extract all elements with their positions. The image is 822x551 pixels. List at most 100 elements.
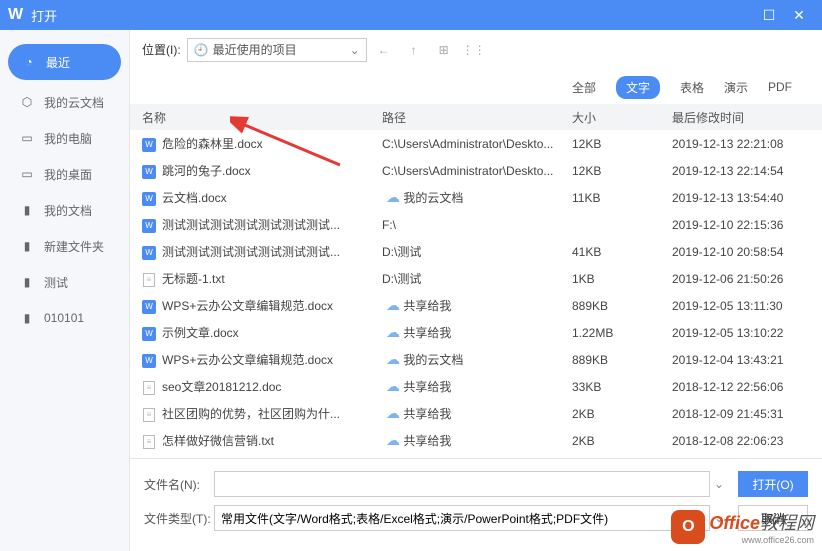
desktop-icon: ▭ xyxy=(18,167,36,181)
word-file-icon: W xyxy=(142,138,156,152)
view-button[interactable]: ⋮⋮ xyxy=(461,38,487,62)
col-size[interactable]: 大小 xyxy=(560,109,660,126)
table-row[interactable]: W示例文章.docx☁ 共享给我1.22MB2019-12-05 13:10:2… xyxy=(130,319,822,346)
table-row[interactable]: ≡无标题-1.txt D:\测试1KB2019-12-06 21:50:26 xyxy=(130,265,822,292)
filename-input[interactable] xyxy=(214,471,710,497)
location-value: 最近使用的项目 xyxy=(213,41,297,58)
file-size: 889KB xyxy=(560,299,660,313)
back-button[interactable]: ← xyxy=(371,38,397,62)
sidebar-item-documents[interactable]: ▮ 我的文档 xyxy=(0,192,129,228)
sidebar-item-computer[interactable]: ▭ 我的电脑 xyxy=(0,120,129,156)
file-path: C:\Users\Administrator\Deskto... xyxy=(382,137,553,151)
cloud-sync-icon: ☁ xyxy=(386,405,400,421)
watermark-badge-icon: O xyxy=(671,510,705,544)
cloud-sync-icon: ☁ xyxy=(386,432,400,448)
table-row[interactable]: WWPS+云办公文章编辑规范.docx☁ 共享给我889KB2019-12-05… xyxy=(130,292,822,319)
sidebar-item-newfolder[interactable]: ▮ 新建文件夹 xyxy=(0,228,129,264)
cloud-sync-icon: ☁ xyxy=(386,351,400,367)
text-file-icon: ≡ xyxy=(143,273,155,287)
sidebar-item-label: 我的文档 xyxy=(44,202,92,219)
word-file-icon: W xyxy=(142,327,156,341)
file-name: 社区团购的优势，社区团购为什... xyxy=(162,407,340,421)
table-row[interactable]: W测试测试测试测试测试测试测试... D:\测试41KB2019-12-10 2… xyxy=(130,238,822,265)
window-title: 打开 xyxy=(31,6,754,25)
sidebar-item-label: 最近 xyxy=(46,54,70,71)
filter-sheet[interactable]: 表格 xyxy=(680,79,704,96)
text-file-icon: ≡ xyxy=(143,408,155,422)
file-time: 2018-12-12 22:56:06 xyxy=(660,380,822,394)
file-time: 2019-12-10 20:58:54 xyxy=(660,245,822,259)
table-row[interactable]: WWPS+云办公文章编辑规范.docx☁ 我的云文档889KB2019-12-0… xyxy=(130,346,822,373)
table-row[interactable]: ≡怎样做好微信营销.txt☁ 共享给我2KB2018-12-08 22:06:2… xyxy=(130,427,822,454)
file-time: 2019-12-13 13:54:40 xyxy=(660,191,822,205)
folder-icon: ▮ xyxy=(18,311,36,325)
col-time[interactable]: 最后修改时间 xyxy=(660,109,822,126)
file-size: 41KB xyxy=(560,245,660,259)
filter-pdf[interactable]: PDF xyxy=(768,80,792,94)
sidebar-item-test[interactable]: ▮ 测试 xyxy=(0,264,129,300)
text-file-icon: ≡ xyxy=(143,435,155,449)
filter-text[interactable]: 文字 xyxy=(616,76,660,99)
file-time: 2019-12-04 13:43:21 xyxy=(660,353,822,367)
file-path: 共享给我 xyxy=(403,380,451,394)
watermark: O Office教程网 www.office26.com xyxy=(671,509,814,545)
file-size: 2KB xyxy=(560,407,660,421)
file-name: 跳河的兔子.docx xyxy=(162,164,251,178)
maximize-button[interactable]: ☐ xyxy=(754,7,784,24)
watermark-url: www.office26.com xyxy=(709,535,814,545)
location-dropdown[interactable]: 🕘 最近使用的项目 ⌄ xyxy=(187,38,367,62)
col-name[interactable]: 名称 xyxy=(130,109,370,126)
word-file-icon: W xyxy=(142,300,156,314)
sidebar-item-recent[interactable]: ◔ 最近 xyxy=(8,44,121,80)
file-name: WPS+云办公文章编辑规范.docx xyxy=(162,299,333,313)
file-size: 1KB xyxy=(560,272,660,286)
file-size: 889KB xyxy=(560,353,660,367)
location-label: 位置(I): xyxy=(142,41,181,58)
file-size: 12KB xyxy=(560,164,660,178)
file-time: 2019-12-05 13:11:30 xyxy=(660,299,822,313)
word-file-icon: W xyxy=(142,354,156,368)
file-name: 危险的森林里.docx xyxy=(162,137,263,151)
sidebar-item-label: 010101 xyxy=(44,311,84,325)
app-logo-icon: W xyxy=(8,6,23,24)
word-file-icon: W xyxy=(142,165,156,179)
sidebar-item-label: 我的桌面 xyxy=(44,166,92,183)
folder-icon: ▮ xyxy=(18,275,36,289)
filter-tabs: 全部 文字 表格 演示 PDF xyxy=(130,70,822,104)
filter-slides[interactable]: 演示 xyxy=(724,79,748,96)
up-button[interactable]: ↑ xyxy=(401,38,427,62)
sidebar-item-desktop[interactable]: ▭ 我的桌面 xyxy=(0,156,129,192)
filename-dropdown-icon[interactable]: ⌄ xyxy=(710,477,728,491)
sidebar-item-cloud[interactable]: ⬡ 我的云文档 xyxy=(0,84,129,120)
table-row[interactable]: W跳河的兔子.docx C:\Users\Administrator\Deskt… xyxy=(130,157,822,184)
file-size: 2KB xyxy=(560,434,660,448)
filter-all[interactable]: 全部 xyxy=(572,79,596,96)
table-row[interactable]: W 危险的森林里.docx C:\Users\Administrator\Desk… xyxy=(130,130,822,157)
file-size: 12KB xyxy=(560,137,660,151)
table-row[interactable]: W测试测试测试测试测试测试测试... F:\2019-12-10 22:15:3… xyxy=(130,211,822,238)
file-time: 2019-12-13 22:21:08 xyxy=(660,137,822,151)
filetype-input[interactable] xyxy=(214,505,710,531)
col-path[interactable]: 路径 xyxy=(370,109,560,126)
file-path: D:\测试 xyxy=(382,272,421,286)
table-header: 名称 路径 大小 最后修改时间 xyxy=(130,104,822,130)
open-button[interactable]: 打开(O) xyxy=(738,471,808,497)
file-name: 测试测试测试测试测试测试测试... xyxy=(162,245,340,259)
newfolder-button[interactable]: ⊞ xyxy=(431,38,457,62)
sidebar-item-label: 我的电脑 xyxy=(44,130,92,147)
file-time: 2019-12-05 13:10:22 xyxy=(660,326,822,340)
file-path: F:\ xyxy=(382,218,396,232)
folder-icon: ▮ xyxy=(18,203,36,217)
file-name: seo文章20181212.doc xyxy=(162,380,281,394)
table-row[interactable]: ≡seo文章20181212.doc☁ 共享给我33KB2018-12-12 2… xyxy=(130,373,822,400)
file-name: 示例文章.docx xyxy=(162,326,239,340)
file-time: 2019-12-10 22:15:36 xyxy=(660,218,822,232)
sidebar-item-010101[interactable]: ▮ 010101 xyxy=(0,300,129,336)
file-time: 2019-12-06 21:50:26 xyxy=(660,272,822,286)
table-row[interactable]: ≡社区团购的优势，社区团购为什...☁ 共享给我2KB2018-12-09 21… xyxy=(130,400,822,427)
filename-label: 文件名(N): xyxy=(144,476,214,493)
file-name: 云文档.docx xyxy=(162,191,227,205)
table-row[interactable]: W云文档.docx☁ 我的云文档11KB2019-12-13 13:54:40 xyxy=(130,184,822,211)
sidebar-item-label: 测试 xyxy=(44,274,68,291)
close-button[interactable]: ✕ xyxy=(784,7,814,24)
